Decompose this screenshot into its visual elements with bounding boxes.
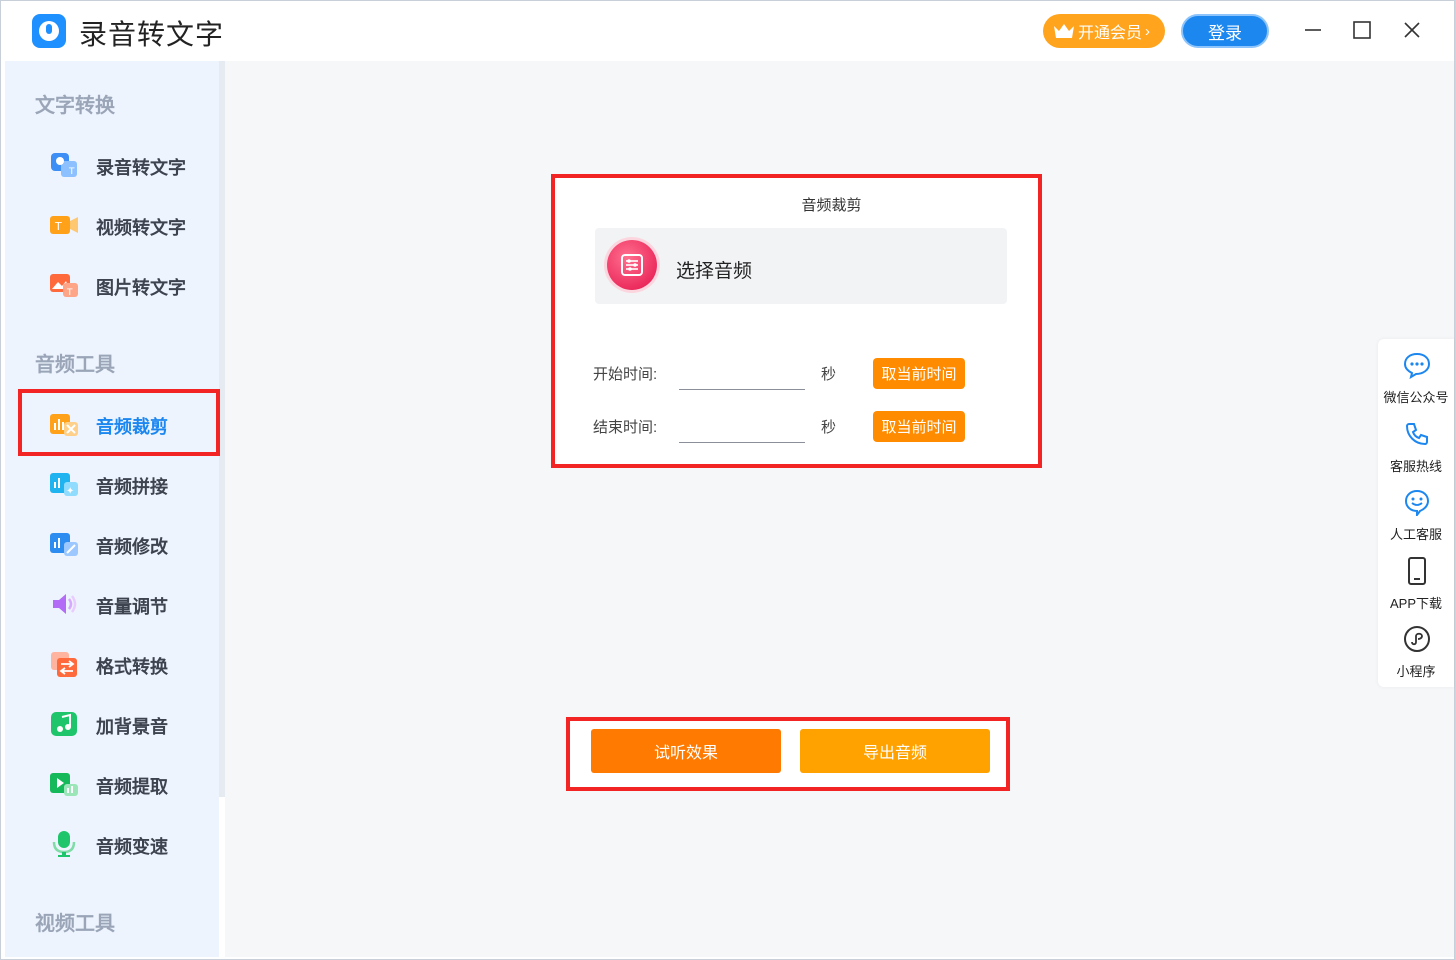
audio-settings-icon bbox=[607, 240, 657, 290]
wechat-official-button[interactable]: 微信公众号 bbox=[1378, 343, 1454, 411]
chat-bubble-icon bbox=[1403, 352, 1431, 379]
sidebar-item-label: 音频修改 bbox=[96, 537, 168, 557]
start-time-label: 开始时间: bbox=[593, 366, 658, 383]
right-item-label: 客服热线 bbox=[1389, 459, 1442, 474]
sidebar-item-audio-extract[interactable]: 音频提取 bbox=[19, 754, 219, 814]
start-current-time-button[interactable]: 取当前时间 bbox=[873, 358, 965, 389]
close-button[interactable] bbox=[1397, 15, 1427, 45]
right-toolbar: 微信公众号 客服热线 人工客服 APP下载 小程序 bbox=[1378, 339, 1454, 687]
maximize-button[interactable] bbox=[1347, 15, 1377, 45]
sidebar-item-image-to-text[interactable]: T 图片转文字 bbox=[19, 255, 219, 315]
end-time-label: 结束时间: bbox=[593, 419, 658, 436]
highlight-frame-sidebar bbox=[18, 389, 220, 456]
human-service-button[interactable]: 人工客服 bbox=[1378, 480, 1454, 548]
title-bar: 录音转文字 开通会员 › 登录 bbox=[1, 1, 1454, 61]
sidebar-item-record-to-text[interactable]: T 录音转文字 bbox=[19, 135, 219, 195]
audio-extract-icon bbox=[50, 773, 78, 796]
sidebar-item-volume[interactable]: 音量调节 bbox=[19, 574, 219, 634]
sidebar-item-label: 视频转文字 bbox=[96, 218, 186, 238]
svg-text:T: T bbox=[54, 220, 62, 233]
svg-text:T: T bbox=[66, 288, 73, 298]
music-note-icon bbox=[51, 712, 77, 736]
select-audio-label: 选择音频 bbox=[676, 261, 753, 282]
sidebar-item-label: 音量调节 bbox=[96, 597, 168, 617]
right-item-label: 小程序 bbox=[1396, 664, 1436, 679]
right-item-label: APP下载 bbox=[1389, 596, 1442, 611]
record-to-text-icon: T bbox=[51, 153, 77, 177]
audio-merge-icon: ✦ bbox=[50, 473, 78, 497]
preview-button[interactable]: 试听效果 bbox=[591, 729, 781, 773]
section-title-audio-tools: 音频工具 bbox=[35, 354, 115, 376]
maximize-icon bbox=[1353, 21, 1371, 39]
start-time-input[interactable] bbox=[679, 356, 805, 390]
format-convert-icon bbox=[51, 652, 77, 677]
vip-label: 开通会员 bbox=[1078, 25, 1143, 42]
video-to-text-icon: T bbox=[50, 216, 78, 234]
export-button[interactable]: 导出音频 bbox=[800, 729, 990, 773]
vip-button[interactable]: 开通会员 › bbox=[1043, 14, 1165, 48]
end-seconds-unit: 秒 bbox=[821, 419, 837, 436]
mini-program-button[interactable]: 小程序 bbox=[1378, 617, 1454, 685]
right-item-label: 微信公众号 bbox=[1383, 390, 1449, 405]
section-title-text-convert: 文字转换 bbox=[35, 95, 115, 117]
sidebar-item-label: 加背景音 bbox=[96, 717, 168, 737]
end-time-input[interactable] bbox=[679, 409, 805, 443]
section-title-video-tools: 视频工具 bbox=[35, 913, 115, 935]
app-logo-icon bbox=[32, 14, 66, 48]
audio-trim-panel: 音频裁剪 选择音频 开始时间: 秒 取当前时间 结束时间: 秒 取当前时间 bbox=[551, 174, 1042, 468]
start-seconds-unit: 秒 bbox=[821, 366, 837, 383]
sidebar: 文字转换 T 录音转文字 T 视频转文字 T 图片转文字 音频工具 音频裁剪 ✦… bbox=[5, 61, 219, 957]
panel-title: 音频裁剪 bbox=[801, 197, 862, 214]
sidebar-item-audio-edit[interactable]: 音频修改 bbox=[19, 514, 219, 574]
close-icon bbox=[1404, 22, 1420, 38]
action-buttons-frame: 试听效果 导出音频 bbox=[566, 717, 1010, 791]
crown-icon bbox=[1054, 24, 1074, 38]
app-title: 录音转文字 bbox=[79, 19, 225, 50]
minimize-icon bbox=[1305, 29, 1321, 31]
sidebar-item-label: 录音转文字 bbox=[96, 158, 186, 178]
login-button[interactable]: 登录 bbox=[1181, 14, 1269, 48]
sidebar-item-label: 音频变速 bbox=[96, 837, 168, 857]
sidebar-item-audio-speed[interactable]: 音频变速 bbox=[19, 814, 219, 874]
image-to-text-icon: T bbox=[50, 274, 78, 298]
app-window: 录音转文字 开通会员 › 登录 文字转换 T 录音转文字 T 视频转文字 T 图… bbox=[0, 0, 1455, 960]
mini-program-icon bbox=[1404, 626, 1430, 652]
sidebar-item-label: 音频拼接 bbox=[96, 477, 168, 497]
audio-edit-icon bbox=[50, 533, 78, 556]
mobile-phone-icon bbox=[1408, 557, 1426, 585]
service-hotline-button[interactable]: 客服热线 bbox=[1378, 412, 1454, 480]
volume-icon bbox=[53, 594, 77, 614]
sidebar-item-background-music[interactable]: 加背景音 bbox=[19, 694, 219, 754]
right-item-label: 人工客服 bbox=[1389, 527, 1442, 542]
smiley-chat-icon bbox=[1404, 489, 1430, 516]
sidebar-item-video-to-text[interactable]: T 视频转文字 bbox=[19, 195, 219, 255]
chevron-right-icon: › bbox=[1145, 22, 1151, 40]
minimize-button[interactable] bbox=[1298, 15, 1328, 45]
sidebar-item-label: 格式转换 bbox=[96, 657, 168, 677]
microphone-icon bbox=[52, 831, 76, 857]
sidebar-item-audio-merge[interactable]: ✦ 音频拼接 bbox=[19, 454, 219, 514]
end-current-time-button[interactable]: 取当前时间 bbox=[873, 411, 965, 442]
sidebar-item-label: 音频提取 bbox=[96, 777, 168, 797]
svg-text:T: T bbox=[68, 167, 75, 177]
phone-icon bbox=[1405, 423, 1428, 446]
svg-text:✦: ✦ bbox=[66, 486, 74, 497]
sidebar-item-format-convert[interactable]: 格式转换 bbox=[19, 634, 219, 694]
select-audio-button[interactable]: 选择音频 bbox=[595, 228, 1007, 304]
app-download-button[interactable]: APP下载 bbox=[1378, 549, 1454, 617]
sidebar-item-label: 图片转文字 bbox=[96, 278, 186, 298]
